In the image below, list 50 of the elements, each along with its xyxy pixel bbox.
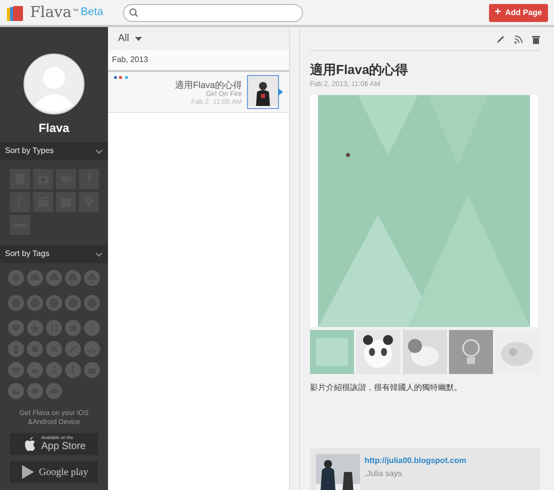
microphone-type-icon[interactable]: [79, 169, 99, 189]
section-title: Sort by Tags: [5, 248, 50, 260]
camera-type-icon[interactable]: [33, 169, 53, 189]
cloud-icon[interactable]: [46, 270, 62, 286]
selection-arrow-icon: [278, 88, 283, 96]
small-logo-type-icon[interactable]: [10, 215, 30, 235]
caret-icon: [135, 36, 142, 40]
chevron-icon[interactable]: [95, 148, 103, 154]
clapperboard-type-icon[interactable]: [33, 192, 53, 212]
beta-label: Beta: [80, 7, 104, 18]
runner-icon[interactable]: [65, 362, 81, 378]
trash-icon[interactable]: [532, 35, 540, 44]
edit-icon[interactable]: [496, 35, 505, 44]
map-pin-type-icon[interactable]: [79, 192, 99, 212]
cloud-icon[interactable]: [27, 270, 43, 286]
play-icon: [20, 464, 35, 480]
hanger-icon[interactable]: [84, 341, 100, 357]
cart-icon[interactable]: [8, 362, 24, 378]
shoe-icon[interactable]: [8, 383, 24, 399]
rss-icon[interactable]: [514, 35, 523, 44]
apple-icon: [22, 436, 38, 452]
section-title: Sort by Types: [5, 145, 54, 157]
post-description: 影片介紹很詼諧，很有韓國人的獨特幽默。: [310, 382, 463, 394]
frame-icon[interactable]: [27, 341, 43, 357]
scrollbar[interactable]: [290, 27, 300, 490]
rain-cloud-icon[interactable]: [65, 270, 81, 286]
search-field[interactable]: [123, 4, 304, 22]
storm-cloud-icon[interactable]: [84, 270, 100, 286]
crown-icon[interactable]: [27, 362, 43, 378]
video-type-icon[interactable]: [56, 169, 76, 189]
crossed-tools-icon[interactable]: [46, 341, 62, 357]
comment-author: ,Julia says: [364, 468, 403, 480]
chevron-icon[interactable]: [95, 250, 103, 258]
filter-dropdown[interactable]: All: [118, 31, 142, 46]
search-icon: [129, 8, 138, 17]
avatar[interactable]: [23, 53, 85, 115]
pen-icon[interactable]: [65, 341, 81, 357]
entry-title: 適用Flava的心得: [174, 80, 242, 90]
sun-icon[interactable]: [8, 270, 24, 286]
logo-icon[interactable]: [6, 4, 24, 22]
add-page-button[interactable]: + Add Page: [488, 4, 548, 22]
document-type-icon[interactable]: [10, 169, 30, 189]
info-icon[interactable]: [84, 320, 100, 336]
profile-name: Flava: [38, 120, 70, 137]
music-note-type-icon[interactable]: [10, 192, 30, 212]
group-header: Fab, 2013: [108, 50, 289, 72]
runner-icon[interactable]: [46, 362, 62, 378]
brand-name[interactable]: Flava: [30, 5, 72, 20]
post-title: 適用Flava的心得: [310, 61, 410, 79]
google-play-badge[interactable]: Google play: [10, 461, 98, 484]
